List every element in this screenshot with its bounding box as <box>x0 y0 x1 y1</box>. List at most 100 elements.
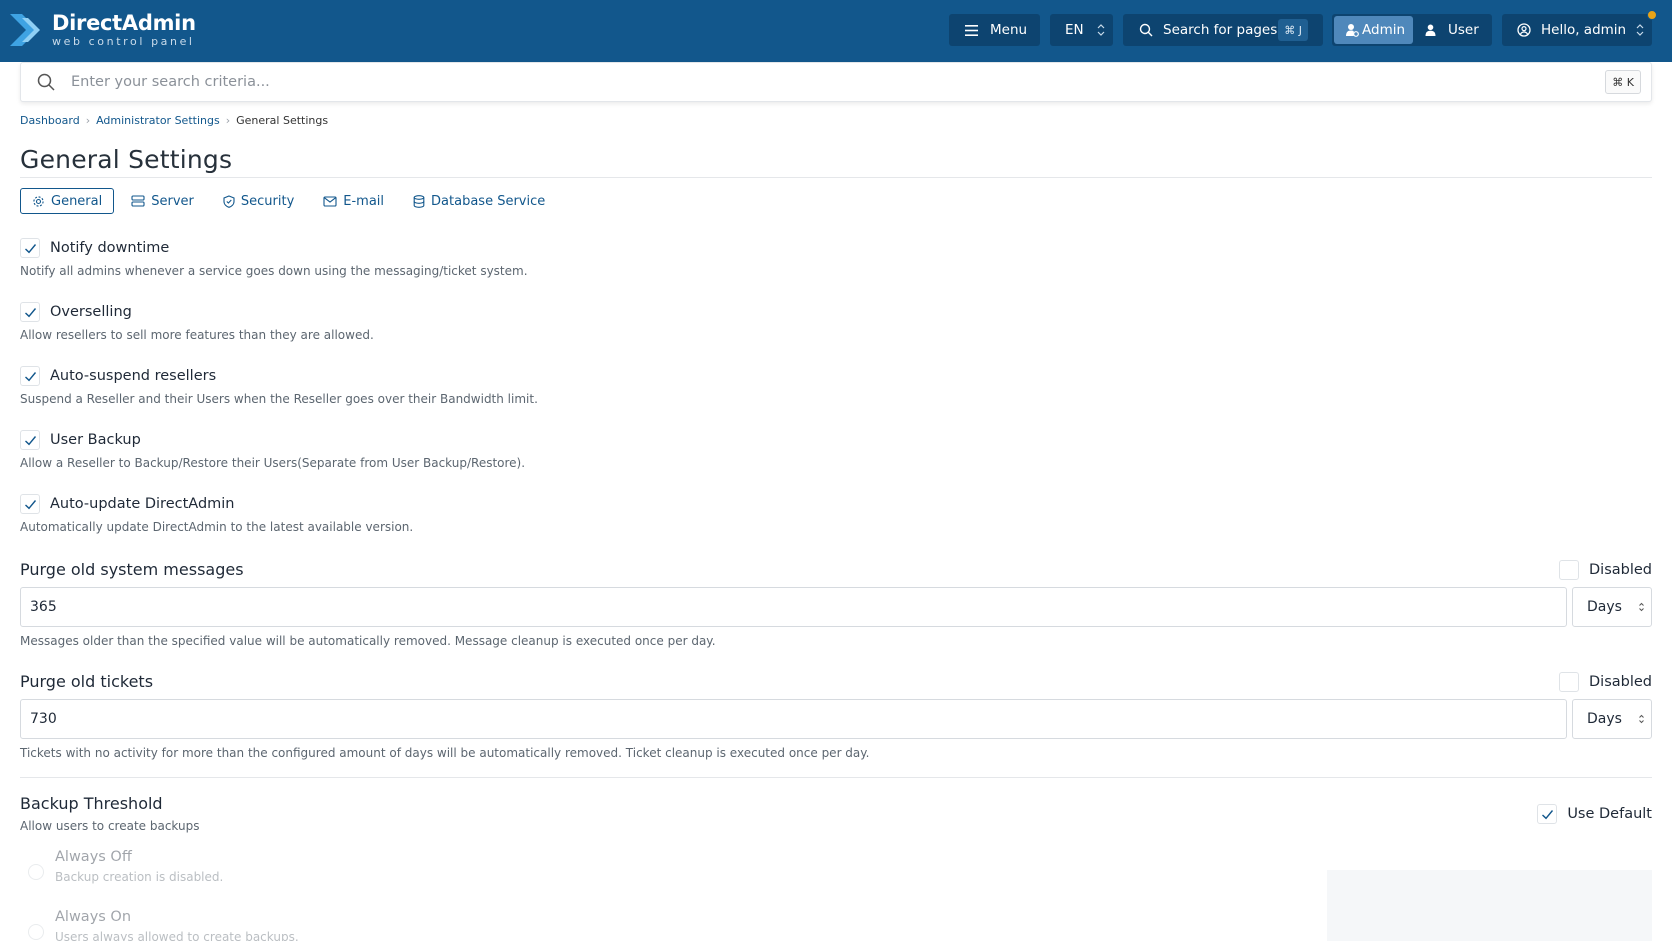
tab-server-label: Server <box>151 193 194 209</box>
breadcrumb-separator-icon: › <box>85 114 91 127</box>
purge-tickets-disabled-checkbox[interactable] <box>1559 672 1579 692</box>
menu-button[interactable]: Menu <box>949 14 1040 46</box>
purge-messages-disabled-checkbox[interactable] <box>1559 560 1579 580</box>
auto-suspend-resellers-checkbox[interactable] <box>20 366 40 386</box>
server-icon <box>131 195 145 207</box>
option-label: Overselling <box>50 304 132 320</box>
purge-messages-help: Messages older than the specified value … <box>20 634 716 648</box>
use-default-label: Use Default <box>1567 806 1652 822</box>
breadcrumb-separator-icon: › <box>225 114 231 127</box>
brand-logo[interactable]: DirectAdmin web control panel <box>8 10 196 50</box>
account-menu-button[interactable]: Hello, admin <box>1502 14 1652 46</box>
option-description: Automatically update DirectAdmin to the … <box>20 520 414 534</box>
tab-general[interactable]: General <box>20 188 115 214</box>
search-pages-shortcut: ⌘ J <box>1278 19 1308 41</box>
checkmark-icon <box>1541 809 1553 819</box>
title-divider <box>20 177 1652 178</box>
database-icon <box>413 194 425 208</box>
purge-messages-input[interactable] <box>20 587 1567 627</box>
updown-chevron-icon <box>1097 24 1105 36</box>
breadcrumb-current: General Settings <box>236 114 329 127</box>
mail-icon <box>323 195 337 207</box>
settings-tabs: General Server Security E-mail Database … <box>20 188 562 214</box>
option-description: Allow resellers to sell more features th… <box>20 328 374 342</box>
use-default-checkbox[interactable] <box>1537 804 1558 824</box>
top-bar: DirectAdmin web control panel Menu EN Se… <box>0 0 1672 62</box>
breadcrumb-dashboard[interactable]: Dashboard <box>20 114 80 127</box>
search-pages-button[interactable]: Search for pages ⌘ J <box>1123 14 1323 46</box>
updown-chevron-icon <box>1639 714 1644 724</box>
purge-messages-title: Purge old system messages <box>20 560 244 579</box>
notify-downtime-checkbox[interactable] <box>20 238 40 258</box>
checkmark-icon <box>24 371 36 381</box>
hamburger-icon <box>965 24 978 36</box>
option-auto-update: Auto-update DirectAdmin Automatically up… <box>20 494 413 534</box>
user-icon <box>1425 24 1436 36</box>
global-search-bar: ⌘ K <box>20 62 1652 102</box>
auto-update-checkbox[interactable] <box>20 494 40 514</box>
gear-icon <box>32 195 45 208</box>
option-description: Allow a Reseller to Backup/Restore their… <box>20 456 526 470</box>
purge-messages-disabled-label: Disabled <box>1589 562 1652 578</box>
tab-database-service[interactable]: Database Service <box>401 188 557 214</box>
backup-choice-description: Users always allowed to create backups. <box>55 930 299 941</box>
updown-chevron-icon <box>1639 602 1644 612</box>
option-auto-suspend-resellers: Auto-suspend resellers Suspend a Reselle… <box>20 366 538 406</box>
tab-email-label: E-mail <box>343 193 385 209</box>
directadmin-logo-icon <box>10 14 40 46</box>
option-overselling: Overselling Allow resellers to sell more… <box>20 302 374 342</box>
role-admin-button[interactable]: Admin <box>1334 16 1413 44</box>
tab-general-label: General <box>51 193 103 209</box>
overselling-checkbox[interactable] <box>20 302 40 322</box>
backup-threshold-subtitle: Allow users to create backups <box>20 819 200 833</box>
user-backup-checkbox[interactable] <box>20 430 40 450</box>
purge-tickets-title: Purge old tickets <box>20 672 154 691</box>
role-switcher: Admin User <box>1332 14 1492 46</box>
account-circle-icon <box>1517 23 1531 37</box>
always-on-radio[interactable] <box>28 924 44 940</box>
option-notify-downtime: Notify downtime Notify all admins whenev… <box>20 238 528 278</box>
purge-messages-unit-select[interactable]: Days <box>1572 587 1652 627</box>
backup-threshold-title: Backup Threshold <box>20 794 163 813</box>
breadcrumb: Dashboard › Administrator Settings › Gen… <box>20 114 328 127</box>
role-user-button[interactable]: User <box>1423 16 1479 44</box>
backup-threshold-use-default: Use Default <box>1537 804 1652 824</box>
option-label: User Backup <box>50 432 141 448</box>
option-description: Notify all admins whenever a service goe… <box>20 264 528 278</box>
checkmark-icon <box>24 307 36 317</box>
checkmark-icon <box>24 499 36 509</box>
role-user-label: User <box>1448 22 1479 38</box>
purge-tickets-disabled: Disabled <box>1559 672 1652 692</box>
search-shortcut: ⌘ K <box>1605 70 1641 94</box>
backup-choice-label: Always Off <box>55 849 132 865</box>
purge-tickets-unit-select[interactable]: Days <box>1572 699 1652 739</box>
breadcrumb-administrator-settings[interactable]: Administrator Settings <box>96 114 220 127</box>
tab-server[interactable]: Server <box>119 188 206 214</box>
checkmark-icon <box>24 243 36 253</box>
purge-tickets-input[interactable] <box>20 699 1567 739</box>
option-description: Suspend a Reseller and their Users when … <box>20 392 538 406</box>
purge-messages-disabled: Disabled <box>1559 560 1652 580</box>
menu-label: Menu <box>990 22 1028 38</box>
role-admin-label: Admin <box>1362 22 1406 38</box>
purge-tickets-unit-value: Days <box>1587 711 1622 727</box>
tab-security-label: Security <box>240 193 295 209</box>
page-title: General Settings <box>20 145 233 174</box>
purge-messages-unit-value: Days <box>1587 599 1622 615</box>
always-off-radio[interactable] <box>28 864 44 880</box>
tab-email[interactable]: E-mail <box>311 188 396 214</box>
shield-icon <box>223 194 235 208</box>
option-user-backup: User Backup Allow a Reseller to Backup/R… <box>20 430 525 470</box>
backup-side-panel <box>1327 870 1652 941</box>
backup-choice-description: Backup creation is disabled. <box>55 870 224 884</box>
purge-tickets-help: Tickets with no activity for more than t… <box>20 746 870 760</box>
checkmark-icon <box>24 435 36 445</box>
tab-security[interactable]: Security <box>211 188 306 214</box>
admin-user-icon <box>1346 24 1359 37</box>
language-select[interactable]: EN <box>1050 14 1113 46</box>
search-input[interactable] <box>71 71 1471 93</box>
language-value: EN <box>1065 22 1084 38</box>
search-pages-label: Search for pages <box>1163 22 1278 38</box>
option-label: Notify downtime <box>50 240 170 256</box>
search-icon <box>37 73 55 91</box>
